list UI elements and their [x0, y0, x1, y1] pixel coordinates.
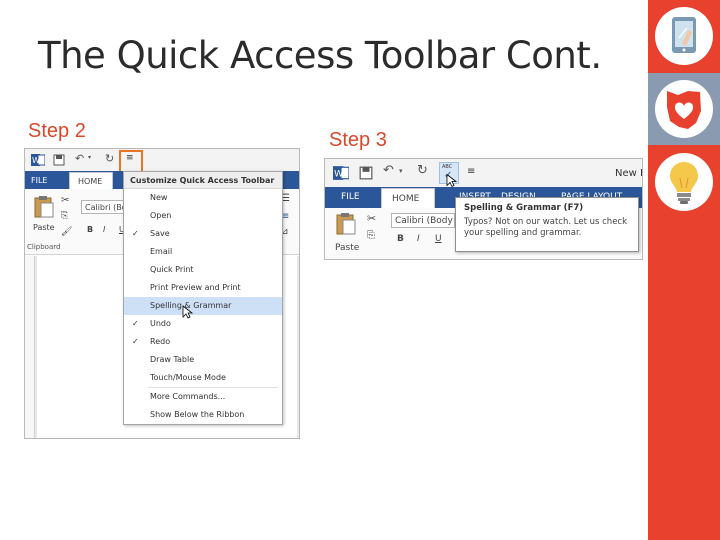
- menu-item-label: Redo: [150, 337, 171, 346]
- tab-home[interactable]: HOME: [69, 172, 113, 189]
- paste-label[interactable]: Paste: [33, 223, 55, 232]
- menu-item-print-preview[interactable]: Print Preview and Print: [124, 279, 282, 297]
- copy-icon[interactable]: ⎘: [61, 211, 68, 221]
- step-2-label: Step 2: [28, 120, 86, 142]
- clipboard-label: Clipboard: [27, 243, 61, 251]
- ohio-heart-icon: [655, 80, 713, 138]
- lightbulb-icon: [655, 153, 713, 211]
- slide-title: The Quick Access Toolbar Cont.: [38, 34, 602, 77]
- menu-header: Customize Quick Access Toolbar: [124, 172, 282, 189]
- menu-item-email[interactable]: Email: [124, 243, 282, 261]
- paste-icon[interactable]: [33, 195, 55, 219]
- redo-icon[interactable]: ↻: [105, 152, 114, 165]
- tooltip-description: Typos? Not on our watch. Let us check yo…: [464, 217, 628, 238]
- side-tile-ohio: [648, 73, 720, 145]
- tooltip-title: Spelling & Grammar (F7): [464, 203, 584, 213]
- paste-label[interactable]: Paste: [335, 243, 359, 253]
- tab-home[interactable]: HOME: [381, 188, 435, 208]
- undo-icon[interactable]: ↶: [75, 152, 84, 165]
- tablet-touch-icon: [655, 7, 713, 65]
- step-3-label: Step 3: [329, 129, 387, 151]
- copy-icon[interactable]: ⎘: [367, 230, 375, 241]
- save-icon[interactable]: [53, 154, 65, 166]
- bold-button[interactable]: B: [87, 225, 93, 234]
- cut-icon[interactable]: ✂: [61, 195, 69, 206]
- menu-item-draw-table[interactable]: Draw Table: [124, 351, 282, 369]
- menu-item-label: More Commands...: [150, 392, 226, 401]
- check-icon: ✓: [132, 319, 139, 328]
- spelling-grammar-tooltip: Spelling & Grammar (F7) Typos? Not on ou…: [455, 197, 639, 252]
- side-tile-idea: [648, 146, 720, 218]
- svg-text:W: W: [32, 156, 40, 165]
- menu-item-label: New: [150, 193, 168, 202]
- save-icon[interactable]: [359, 166, 373, 180]
- menu-item-label: Print Preview and Print: [150, 283, 241, 292]
- menu-item-label: Show Below the Ribbon: [150, 410, 245, 419]
- cut-icon[interactable]: ✂: [367, 212, 376, 225]
- menu-item-label: Email: [150, 247, 173, 256]
- side-tile-tablet: [648, 0, 720, 72]
- step-3-screenshot: W ↶ ▾ ↻ ABC ✓ ≡ New D FILE HOME INSERT D…: [324, 158, 643, 260]
- step-2-screenshot: W ↶ ▾ ↻ ≡ FILE HOME Paste ✂ ⎘ 🖌 Calibri …: [24, 148, 300, 439]
- spelling-grammar-qat-button[interactable]: ABC ✓: [439, 162, 459, 188]
- tab-file[interactable]: FILE: [341, 192, 360, 202]
- font-name-text: Calibri (Body: [395, 216, 453, 226]
- bold-button[interactable]: B: [397, 234, 404, 244]
- font-name-text: Calibri (Bo: [85, 203, 127, 212]
- undo-dropdown-icon[interactable]: ▾: [399, 167, 403, 175]
- menu-item-label: Quick Print: [150, 265, 194, 274]
- font-name-box[interactable]: Calibri (Bo: [81, 200, 127, 214]
- mouse-cursor-icon: [446, 173, 458, 188]
- italic-button[interactable]: I: [103, 225, 105, 234]
- italic-button[interactable]: I: [417, 234, 420, 244]
- paste-icon[interactable]: [335, 212, 357, 236]
- menu-item-label: Draw Table: [150, 355, 195, 364]
- svg-text:W: W: [334, 169, 343, 179]
- word-logo-icon: W: [31, 154, 45, 166]
- menu-item-new[interactable]: New: [124, 189, 282, 207]
- menu-item-undo[interactable]: ✓ Undo: [124, 315, 282, 333]
- quick-access-toolbar: W ↶ ▾ ↻ ≡: [25, 149, 299, 171]
- customize-qat-menu: Customize Quick Access Toolbar New Open …: [123, 171, 283, 425]
- menu-item-show-below-ribbon[interactable]: Show Below the Ribbon: [124, 406, 282, 424]
- menu-item-label: Save: [150, 229, 170, 238]
- menu-item-label: Touch/Mouse Mode: [150, 373, 226, 382]
- menu-item-touch-mouse-mode[interactable]: Touch/Mouse Mode: [124, 369, 282, 387]
- font-name-box[interactable]: Calibri (Body: [391, 213, 455, 228]
- menu-item-more-commands[interactable]: More Commands...: [124, 388, 282, 406]
- tab-file[interactable]: FILE: [31, 176, 47, 185]
- check-icon: ✓: [132, 229, 139, 238]
- vertical-ruler: [25, 256, 35, 438]
- menu-item-redo[interactable]: ✓ Redo: [124, 333, 282, 351]
- redo-icon[interactable]: ↻: [417, 163, 428, 178]
- menu-item-label: Open: [150, 211, 172, 220]
- menu-item-spelling-grammar[interactable]: Spelling & Grammar: [124, 297, 282, 319]
- underline-button[interactable]: U: [435, 234, 442, 244]
- menu-item-save[interactable]: ✓ Save: [124, 225, 282, 243]
- undo-icon[interactable]: ↶: [383, 163, 394, 178]
- customize-qat-dropdown-icon[interactable]: ≡: [467, 166, 475, 177]
- menu-item-open[interactable]: Open: [124, 207, 282, 225]
- undo-dropdown-icon[interactable]: ▾: [88, 154, 91, 161]
- menu-item-label: Undo: [150, 319, 171, 328]
- quick-access-toolbar: W ↶ ▾ ↻ ABC ✓ ≡ New D: [325, 159, 642, 188]
- format-painter-icon[interactable]: 🖌: [61, 227, 72, 237]
- check-icon: ✓: [132, 337, 139, 346]
- word-logo-icon: W: [333, 166, 349, 180]
- document-title: New D: [615, 168, 642, 179]
- menu-item-quick-print[interactable]: Quick Print: [124, 261, 282, 279]
